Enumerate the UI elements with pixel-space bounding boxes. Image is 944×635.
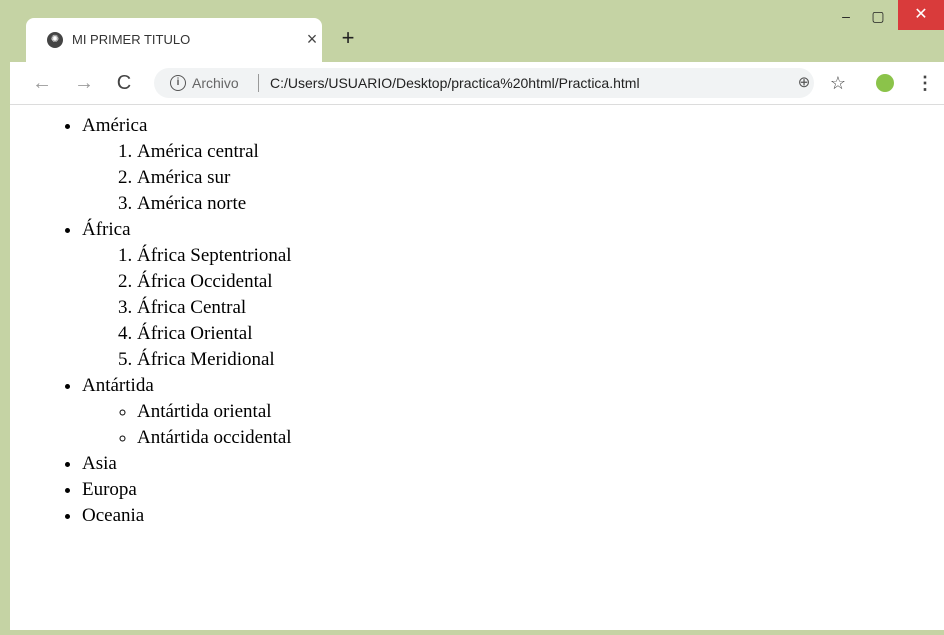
list-item: África Meridional	[137, 347, 944, 373]
list-item: África Oriental	[137, 321, 944, 347]
bookmark-star-icon[interactable]: ☆	[826, 71, 850, 95]
zoom-icon[interactable]: ⊕	[794, 73, 814, 93]
archivo-label: Archivo	[192, 75, 239, 91]
continent-antartida: Antártida	[82, 375, 154, 396]
window-bottom-border	[10, 630, 944, 635]
browser-window: ✺ MI PRIMER TITULO × + – ▢ ✕ ← → C i Arc…	[10, 0, 944, 635]
globe-icon: ✺	[47, 32, 63, 48]
page-content: América América central América sur Amér…	[10, 105, 944, 630]
minimize-button[interactable]: –	[836, 8, 856, 24]
browser-tab[interactable]: ✺ MI PRIMER TITULO ×	[26, 18, 322, 62]
list-item: Antártida occidental	[137, 425, 944, 451]
address-bar[interactable]: i Archivo C:/Users/USUARIO/Desktop/pract…	[154, 68, 814, 98]
america-sublist: América central América sur América nort…	[82, 139, 944, 217]
extension-icon[interactable]	[876, 74, 894, 92]
list-item: África Septentrional	[137, 243, 944, 269]
tab-close-icon[interactable]: ×	[300, 27, 324, 51]
list-item: Antártida Antártida oriental Antártida o…	[82, 373, 944, 451]
menu-kebab-icon[interactable]: ⋮	[916, 71, 934, 95]
list-item: Europa	[82, 477, 944, 503]
continent-america: América	[82, 115, 148, 136]
close-window-button[interactable]: ✕	[898, 0, 944, 30]
title-bar: ✺ MI PRIMER TITULO × + – ▢ ✕	[10, 0, 944, 62]
list-item: Asia	[82, 451, 944, 477]
url-text[interactable]: C:/Users/USUARIO/Desktop/practica%20html…	[270, 75, 640, 91]
list-item: América sur	[137, 165, 944, 191]
reload-icon[interactable]: C	[112, 71, 136, 95]
browser-toolbar: ← → C i Archivo C:/Users/USUARIO/Desktop…	[10, 62, 944, 105]
list-item: Oceania	[82, 503, 944, 529]
maximize-button[interactable]: ▢	[868, 8, 888, 24]
info-icon[interactable]: i	[170, 75, 186, 91]
continent-africa: África	[82, 219, 131, 240]
list-item: América norte	[137, 191, 944, 217]
antartida-sublist: Antártida oriental Antártida occidental	[82, 399, 944, 451]
continents-list: América América central América sur Amér…	[10, 113, 944, 529]
africa-sublist: África Septentrional África Occidental Á…	[82, 243, 944, 373]
list-item: África Central	[137, 295, 944, 321]
list-item: África África Septentrional África Occid…	[82, 217, 944, 373]
forward-arrow-icon[interactable]: →	[72, 71, 96, 95]
address-separator	[258, 74, 259, 92]
back-arrow-icon[interactable]: ←	[30, 71, 54, 95]
new-tab-button[interactable]: +	[336, 26, 360, 50]
list-item: Antártida oriental	[137, 399, 944, 425]
list-item: África Occidental	[137, 269, 944, 295]
list-item: América América central América sur Amér…	[82, 113, 944, 217]
tab-title: MI PRIMER TITULO	[72, 32, 191, 47]
list-item: América central	[137, 139, 944, 165]
